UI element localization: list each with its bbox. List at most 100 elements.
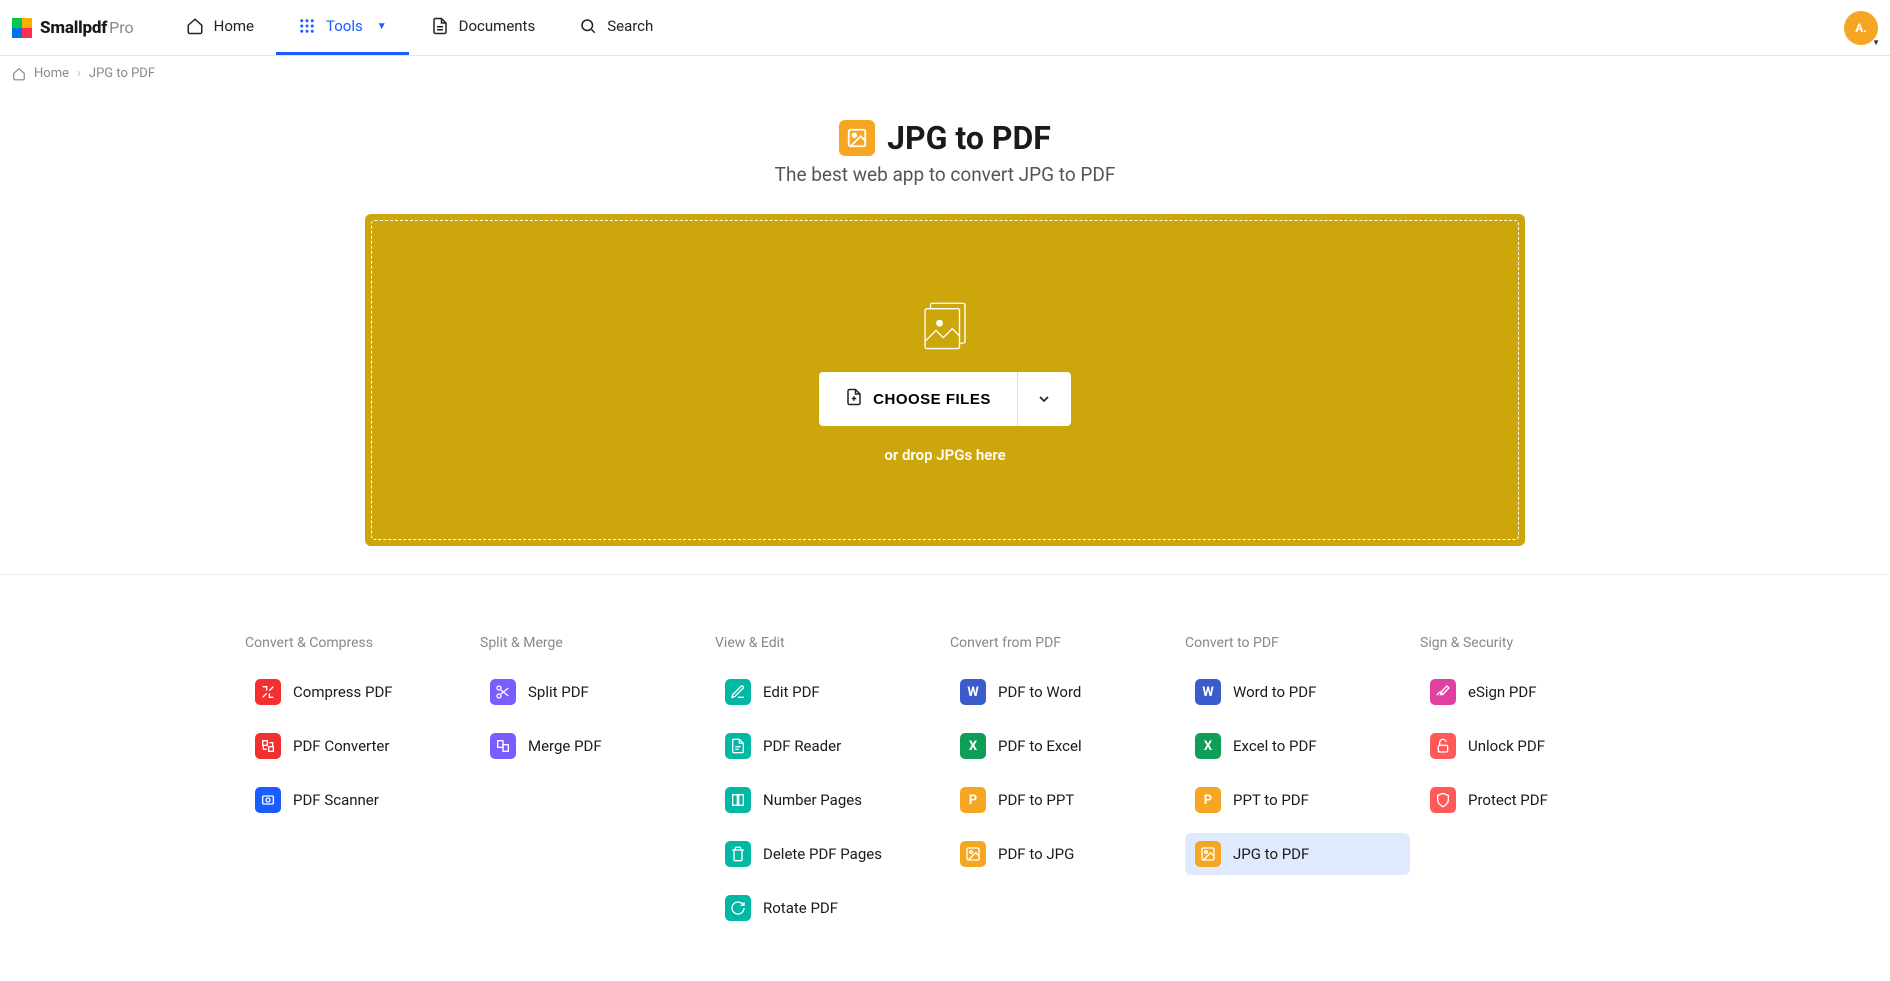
page-subtitle: The best web app to convert JPG to PDF [0,163,1890,186]
breadcrumb: Home › JPG to PDF [0,56,1890,91]
tool-number-pages[interactable]: Number Pages [715,779,940,821]
excel-icon: X [960,733,986,759]
brand-text: SmallpdfPro [40,18,134,38]
tool-protect-pdf[interactable]: Protect PDF [1420,779,1645,821]
category-label: Convert to PDF [1185,635,1410,651]
document-icon [431,17,449,35]
nav-tools[interactable]: Tools ▼ [276,0,409,55]
tools-section: Convert & Compress Compress PDF PDF Conv… [0,574,1890,981]
jpg-icon [960,841,986,867]
nav-documents[interactable]: Documents [409,0,558,55]
tool-column-convert-compress: Convert & Compress Compress PDF PDF Conv… [245,635,470,941]
ppt-icon: P [960,787,986,813]
tool-esign-pdf[interactable]: eSign PDF [1420,671,1645,713]
tool-label: Protect PDF [1468,791,1548,809]
dropzone-hint: or drop JPGs here [884,446,1005,464]
tool-ppt-to-pdf[interactable]: P PPT to PDF [1185,779,1410,821]
breadcrumb-separator: › [77,66,81,81]
converter-icon [255,733,281,759]
rotate-icon [725,895,751,921]
nav-documents-label: Documents [459,17,536,35]
split-icon [490,679,516,705]
tool-label: Unlock PDF [1468,737,1545,755]
tool-label: PDF to Word [998,683,1081,701]
brand-suffix: Pro [109,18,133,37]
file-add-icon [845,388,863,410]
user-menu[interactable]: A. ▼ [1844,11,1878,45]
chevron-down-icon: ▼ [1872,38,1880,47]
grid-icon [298,17,316,35]
tool-edit-pdf[interactable]: Edit PDF [715,671,940,713]
page-title: JPG to PDF [887,119,1051,157]
tool-label: PDF Reader [763,737,841,755]
category-label: View & Edit [715,635,940,651]
dropzone[interactable]: CHOOSE FILES or drop JPGs here [371,220,1519,540]
merge-icon [490,733,516,759]
tool-label: PDF to PPT [998,791,1074,809]
choose-files-button[interactable]: CHOOSE FILES [819,372,1017,426]
breadcrumb-home[interactable]: Home [34,66,69,81]
logo-icon [12,18,32,38]
tool-column-sign-security: Sign & Security eSign PDF Unlock PDF Pro… [1420,635,1645,941]
tool-jpg-to-pdf[interactable]: JPG to PDF [1185,833,1410,875]
tool-column-to-pdf: Convert to PDF W Word to PDF X Excel to … [1185,635,1410,941]
tool-label: PDF to Excel [998,737,1082,755]
tool-column-view-edit: View & Edit Edit PDF PDF Reader Number P… [715,635,940,941]
search-icon [579,17,597,35]
nav-search-label: Search [607,17,653,35]
edit-icon [725,679,751,705]
tool-label: PDF Converter [293,737,389,755]
tool-merge-pdf[interactable]: Merge PDF [480,725,705,767]
tool-split-pdf[interactable]: Split PDF [480,671,705,713]
tool-unlock-pdf[interactable]: Unlock PDF [1420,725,1645,767]
tool-label: Edit PDF [763,683,820,701]
tool-pdf-to-jpg[interactable]: PDF to JPG [950,833,1175,875]
choose-files-group: CHOOSE FILES [819,372,1071,426]
header: SmallpdfPro Home Tools ▼ Documents [0,0,1890,56]
jpg-icon [839,120,875,156]
tool-label: Compress PDF [293,683,393,701]
hero: JPG to PDF The best web app to convert J… [0,119,1890,186]
category-label: Split & Merge [480,635,705,651]
tool-pdf-to-word[interactable]: W PDF to Word [950,671,1175,713]
reader-icon [725,733,751,759]
tool-pdf-to-ppt[interactable]: P PDF to PPT [950,779,1175,821]
nav-home[interactable]: Home [164,0,276,55]
home-icon [186,17,204,35]
home-icon [12,67,26,81]
shield-icon [1430,787,1456,813]
tool-pdf-to-excel[interactable]: X PDF to Excel [950,725,1175,767]
nav-tools-label: Tools [326,17,363,35]
nav-search[interactable]: Search [557,0,675,55]
word-icon: W [1195,679,1221,705]
tool-pdf-scanner[interactable]: PDF Scanner [245,779,470,821]
tool-compress-pdf[interactable]: Compress PDF [245,671,470,713]
tool-column-from-pdf: Convert from PDF W PDF to Word X PDF to … [950,635,1175,941]
scanner-icon [255,787,281,813]
tool-label: PDF to JPG [998,845,1074,863]
tool-word-to-pdf[interactable]: W Word to PDF [1185,671,1410,713]
tool-label: PDF Scanner [293,791,379,809]
tool-label: Word to PDF [1233,683,1316,701]
unlock-icon [1430,733,1456,759]
logo[interactable]: SmallpdfPro [12,18,134,38]
category-label: Convert from PDF [950,635,1175,651]
jpg-icon [1195,841,1221,867]
nav-home-label: Home [214,17,254,35]
tool-excel-to-pdf[interactable]: X Excel to PDF [1185,725,1410,767]
word-icon: W [960,679,986,705]
choose-files-dropdown[interactable] [1017,372,1071,426]
main-nav: Home Tools ▼ Documents Search [164,0,676,55]
tool-label: PPT to PDF [1233,791,1309,809]
tool-delete-pages[interactable]: Delete PDF Pages [715,833,940,875]
category-label: Sign & Security [1420,635,1645,651]
tool-label: Rotate PDF [763,899,838,917]
tool-pdf-converter[interactable]: PDF Converter [245,725,470,767]
tool-pdf-reader[interactable]: PDF Reader [715,725,940,767]
tool-rotate-pdf[interactable]: Rotate PDF [715,887,940,929]
tool-label: Delete PDF Pages [763,845,882,863]
excel-icon: X [1195,733,1221,759]
delete-icon [725,841,751,867]
chevron-down-icon: ▼ [377,21,387,32]
category-label: Convert & Compress [245,635,470,651]
